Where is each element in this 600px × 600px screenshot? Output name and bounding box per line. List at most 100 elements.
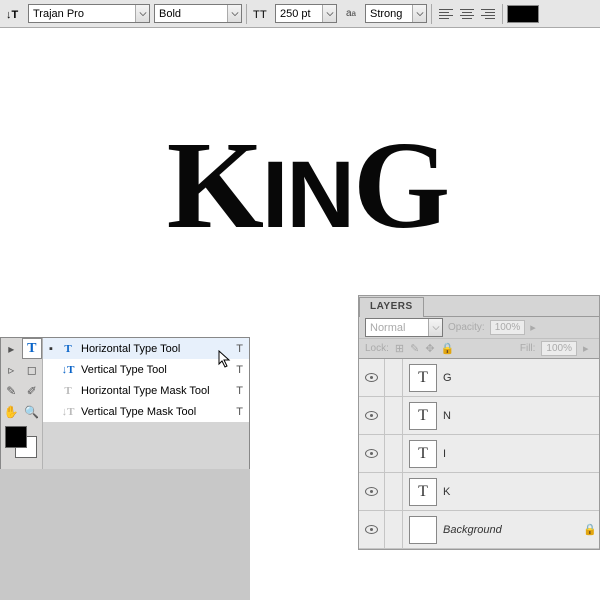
antialias-dropdown[interactable]: Strong xyxy=(365,4,427,23)
font-weight-value: Bold xyxy=(159,8,224,20)
link-cell[interactable] xyxy=(385,473,403,510)
opacity-label: Opacity: xyxy=(448,322,485,333)
shape-tool[interactable]: ◻ xyxy=(22,359,43,380)
text-tool-icon: ↓T xyxy=(4,4,24,24)
chevron-down-icon xyxy=(135,5,149,22)
flyout-horizontal-type-mask[interactable]: T Horizontal Type Mask Tool T xyxy=(43,380,249,401)
fill-value[interactable]: 100% xyxy=(541,341,577,356)
type-tool[interactable]: T xyxy=(22,338,43,359)
chevron-down-icon xyxy=(428,319,442,336)
separator xyxy=(246,4,247,24)
blend-mode-dropdown[interactable]: Normal xyxy=(365,318,443,337)
type-mask-icon: T xyxy=(61,385,75,397)
font-size-icon: TT xyxy=(251,4,271,24)
lock-all-icon[interactable]: 🔒 xyxy=(441,342,455,355)
opacity-value[interactable]: 100% xyxy=(490,320,526,335)
layers-panel: LAYERS Normal Opacity: 100% ▸ Lock: ⊞ ✎ … xyxy=(358,295,600,550)
hand-tool[interactable]: ✋ xyxy=(1,401,22,422)
eye-icon xyxy=(365,487,378,496)
link-cell[interactable] xyxy=(385,435,403,472)
text-color-swatch[interactable] xyxy=(507,5,539,23)
vertical-type-mask-icon: ↓T xyxy=(61,406,75,418)
link-cell[interactable] xyxy=(385,359,403,396)
visibility-toggle[interactable] xyxy=(359,397,385,434)
antialias-value: Strong xyxy=(370,8,409,20)
layers-tabs: LAYERS xyxy=(359,296,599,316)
layer-thumb[interactable]: T xyxy=(409,440,437,468)
eye-icon xyxy=(365,411,378,420)
font-size-value: 250 pt xyxy=(280,8,319,20)
text-align-group xyxy=(436,4,498,24)
type-icon: T xyxy=(61,343,75,355)
eye-icon xyxy=(365,373,378,382)
foreground-swatch[interactable] xyxy=(5,426,27,448)
path-select-tool[interactable]: ▸ xyxy=(1,338,22,359)
toolbox-strip: ▸T ▹◻ ✎✐ ✋🔍 xyxy=(1,338,43,422)
canvas-type-layer[interactable]: KING xyxy=(55,115,560,258)
chevron-down-icon xyxy=(412,5,426,22)
eye-icon xyxy=(365,449,378,458)
layer-row[interactable]: T G xyxy=(359,359,599,397)
vertical-type-icon: ↓T xyxy=(61,364,75,376)
link-cell[interactable] xyxy=(385,511,403,548)
layer-name[interactable]: Background xyxy=(443,524,583,536)
visibility-toggle[interactable] xyxy=(359,359,385,396)
svg-text:↓T: ↓T xyxy=(6,9,19,21)
font-family-value: Trajan Pro xyxy=(33,8,132,20)
font-weight-dropdown[interactable]: Bold xyxy=(154,4,242,23)
flyout-horizontal-type[interactable]: ▪ T Horizontal Type Tool T xyxy=(43,338,249,359)
tools-flyout-panel: ▸T ▹◻ ✎✐ ✋🔍 ▪ T Horizontal Type Tool T ↓… xyxy=(0,337,250,471)
layer-row[interactable]: T K xyxy=(359,473,599,511)
layer-row-background[interactable]: Background 🔒 xyxy=(359,511,599,549)
font-family-dropdown[interactable]: Trajan Pro xyxy=(28,4,150,23)
align-right-button[interactable] xyxy=(478,4,498,24)
separator xyxy=(431,4,432,24)
layer-thumb[interactable] xyxy=(409,516,437,544)
layer-name[interactable]: N xyxy=(443,410,599,422)
layer-thumb[interactable]: T xyxy=(409,478,437,506)
separator xyxy=(502,4,503,24)
flyout-vertical-type[interactable]: ↓T Vertical Type Tool T xyxy=(43,359,249,380)
layers-lock-row: Lock: ⊞ ✎ ✥ 🔒 Fill: 100% ▸ xyxy=(359,338,599,358)
font-size-dropdown[interactable]: 250 pt xyxy=(275,4,337,23)
layer-name[interactable]: K xyxy=(443,486,599,498)
lock-brush-icon[interactable]: ✎ xyxy=(410,342,419,355)
lock-transparency-icon[interactable]: ⊞ xyxy=(395,342,404,355)
text-options-bar: ↓T Trajan Pro Bold TT 250 pt aa Strong xyxy=(0,0,600,28)
fill-label: Fill: xyxy=(520,343,536,354)
visibility-toggle[interactable] xyxy=(359,511,385,548)
chevron-down-icon xyxy=(322,5,336,22)
layer-name[interactable]: G xyxy=(443,372,599,384)
eye-icon xyxy=(365,525,378,534)
svg-text:T: T xyxy=(260,9,267,21)
chevron-down-icon xyxy=(227,5,241,22)
color-swatches[interactable] xyxy=(1,422,43,470)
panel-grey-area xyxy=(0,469,250,600)
visibility-toggle[interactable] xyxy=(359,435,385,472)
layer-row[interactable]: T I xyxy=(359,435,599,473)
link-cell[interactable] xyxy=(385,397,403,434)
lock-move-icon[interactable]: ✥ xyxy=(425,342,434,355)
layer-thumb[interactable]: T xyxy=(409,402,437,430)
flyout-vertical-type-mask[interactable]: ↓T Vertical Type Mask Tool T xyxy=(43,401,249,422)
align-center-button[interactable] xyxy=(457,4,477,24)
svg-text:T: T xyxy=(253,9,260,21)
opacity-flyout-icon[interactable]: ▸ xyxy=(530,321,540,334)
layer-name[interactable]: I xyxy=(443,448,599,460)
notes-tool[interactable]: ✎ xyxy=(1,380,22,401)
layers-tab[interactable]: LAYERS xyxy=(359,297,424,317)
align-left-button[interactable] xyxy=(436,4,456,24)
antialias-icon: aa xyxy=(341,4,361,24)
zoom-tool[interactable]: 🔍 xyxy=(22,401,43,422)
fill-flyout-icon[interactable]: ▸ xyxy=(583,342,593,355)
eyedropper-tool[interactable]: ✐ xyxy=(22,380,43,401)
layer-list: T G T N T I T K Background 🔒 xyxy=(359,358,599,549)
layers-blend-row: Normal Opacity: 100% ▸ xyxy=(359,316,599,338)
layer-thumb[interactable]: T xyxy=(409,364,437,392)
layer-row[interactable]: T N xyxy=(359,397,599,435)
visibility-toggle[interactable] xyxy=(359,473,385,510)
direct-select-tool[interactable]: ▹ xyxy=(1,359,22,380)
type-tool-flyout: ▪ T Horizontal Type Tool T ↓T Vertical T… xyxy=(43,338,249,422)
lock-icon: 🔒 xyxy=(583,523,599,536)
lock-label: Lock: xyxy=(365,343,389,354)
